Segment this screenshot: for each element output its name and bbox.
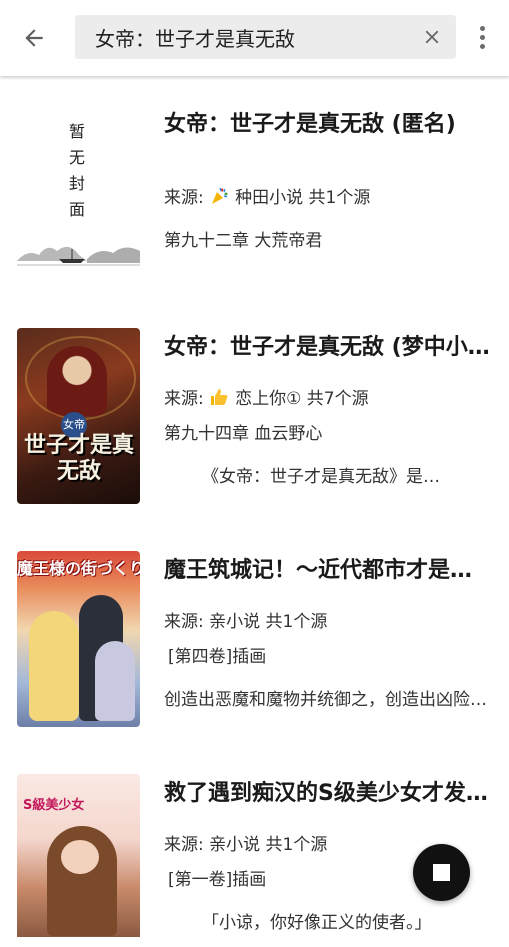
book-title: 魔王筑城记！～近代都市才是魔王城	[164, 558, 494, 583]
book-cover: 魔王様の街づくり!	[17, 551, 140, 727]
book-cover: 暂无封面	[17, 105, 140, 281]
book-source: 来源: 种田小说 共1个源	[164, 187, 371, 208]
more-vert-icon	[479, 25, 485, 31]
more-options-button[interactable]	[470, 20, 494, 54]
thumbs-up-icon	[211, 389, 228, 405]
back-button[interactable]	[14, 20, 54, 56]
book-intro: 《女帝：世子才是真无敌》是梦中小猪	[202, 467, 456, 487]
book-intro: 创造出恶魔和魔物并统御之，创造出凶险的迷宫	[164, 690, 494, 710]
list-item[interactable]: 女帝 世子才是真无敌 女帝：世子才是真无敌 (梦中小猪) 来源: 恋上你① 共7…	[0, 301, 509, 504]
stop-search-button[interactable]	[413, 844, 470, 901]
latest-chapter: [第四卷]插画	[168, 647, 267, 667]
cover-title-text: 魔王様の街づくり!	[17, 559, 140, 578]
ink-landscape-icon	[17, 246, 140, 266]
party-popper-icon	[212, 187, 228, 204]
close-icon	[425, 30, 439, 44]
search-box[interactable]	[75, 15, 456, 59]
book-cover: S級美少女	[17, 774, 140, 937]
book-title: 女帝：世子才是真无敌 (梦中小猪)	[164, 335, 494, 360]
top-app-bar	[0, 0, 509, 76]
book-cover: 女帝 世子才是真无敌	[17, 328, 140, 504]
book-source: 来源: 亲小说 共1个源	[164, 612, 328, 632]
latest-chapter: 第九十二章 大荒帝君	[164, 231, 323, 251]
clear-search-button[interactable]	[418, 23, 446, 51]
stop-icon	[433, 864, 450, 881]
cover-title-text: 世子才是真无敌	[23, 432, 134, 484]
search-input[interactable]	[93, 24, 417, 50]
book-source: 来源: 恋上你① 共7个源	[164, 389, 369, 409]
arrow-left-icon	[25, 29, 43, 47]
list-item[interactable]: 魔王様の街づくり! 魔王筑城记！～近代都市才是魔王城 来源: 亲小说 共1个源 …	[0, 524, 509, 727]
book-title: 救了遇到痴汉的S级美少女才发现是邻座的青梅竹马	[164, 781, 494, 806]
book-intro: 「小谅，你好像正义的使者。」	[202, 913, 432, 933]
cover-title-text: S級美少女	[23, 798, 85, 813]
book-title: 女帝：世子才是真无敌 (匿名)	[164, 112, 456, 137]
latest-chapter: 第九十四章 血云野心	[164, 424, 323, 444]
no-cover-placeholder: 暂无封面	[68, 122, 85, 219]
list-item[interactable]: 暂无封面 女帝：世子才是真无敌 (匿名) 来源: 种田小说 共1个源 第九十二章…	[0, 78, 509, 281]
